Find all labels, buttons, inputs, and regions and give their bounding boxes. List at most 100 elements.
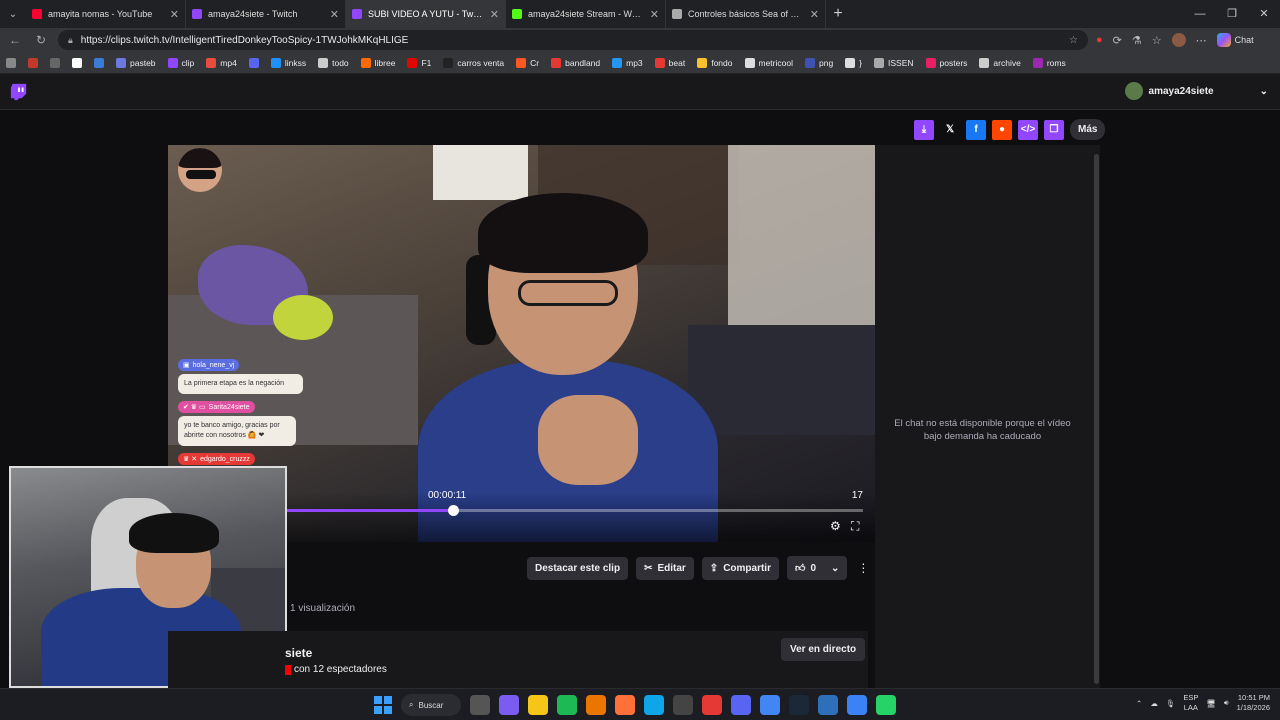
bookmark-item[interactable] <box>72 57 82 68</box>
folder-icon[interactable] <box>528 695 548 715</box>
bookmark-item[interactable]: roms <box>1032 57 1066 68</box>
mic-icon[interactable]: 🎙︎ <box>1166 699 1176 708</box>
url-bar[interactable]: 🔒︎ https://clips.twitch.tv/IntelligentTi… <box>58 30 1088 50</box>
fullscreen-icon[interactable]: ⛶ <box>851 519 859 534</box>
steam-icon[interactable] <box>789 695 809 715</box>
discord-icon[interactable] <box>731 695 751 715</box>
blender-icon[interactable] <box>586 695 606 715</box>
bookmark-item[interactable]: pasteb <box>116 57 156 68</box>
copilot-chat-button[interactable]: Chat <box>1216 33 1254 47</box>
bookmark-item[interactable] <box>6 57 16 68</box>
bookmark-item[interactable] <box>50 57 60 68</box>
bookmark-item[interactable]: beat <box>654 57 685 68</box>
like-button[interactable]: 👍︎ 0 ⌄ <box>786 556 848 580</box>
bookmark-item[interactable]: ISSEN <box>874 57 914 68</box>
browser-tab[interactable]: amayita nomas - YouTube ✕ <box>26 0 186 28</box>
channel-name[interactable]: siete <box>285 646 312 660</box>
close-tab-icon[interactable]: ✕ <box>170 8 179 21</box>
browser-tab[interactable]: SUBI VIDEO A YUTU - Twitch ✕ <box>346 0 506 28</box>
download-icon[interactable]: ⤓ <box>914 119 934 140</box>
ccleaner-icon[interactable] <box>818 695 838 715</box>
bookmark-favicon-icon <box>874 57 885 68</box>
copy-icon[interactable]: ❐ <box>1044 119 1064 140</box>
bookmark-item[interactable]: carros venta <box>443 57 504 68</box>
favorites-icon[interactable]: ☆ <box>1152 34 1162 47</box>
chat-scrollbar[interactable] <box>1094 154 1099 684</box>
extensions-icon[interactable]: ⚗ <box>1132 34 1142 47</box>
file-explorer-icon[interactable] <box>470 695 490 715</box>
whatsapp-icon[interactable] <box>876 695 896 715</box>
copilot-icon[interactable] <box>499 695 519 715</box>
bookmark-item[interactable]: todo <box>318 57 349 68</box>
refresh-icon[interactable]: ↻ <box>32 33 50 47</box>
spotify-icon[interactable] <box>557 695 577 715</box>
bookmark-favicon-icon <box>654 57 665 68</box>
taskbar-search[interactable]: ⌕ Buscar <box>401 694 461 716</box>
twitch-logo-icon[interactable] <box>10 83 28 101</box>
chevron-down-icon[interactable]: ⌄ <box>831 563 839 574</box>
favorite-star-icon[interactable]: ☆ <box>1069 35 1078 46</box>
close-tab-icon[interactable]: ✕ <box>650 8 659 21</box>
firefox-icon[interactable] <box>615 695 635 715</box>
edge-icon[interactable] <box>644 695 664 715</box>
more-menu-icon[interactable]: ⋯ <box>1196 34 1207 47</box>
windows-start-icon[interactable] <box>374 696 392 714</box>
bookmark-item[interactable]: linkss <box>270 57 306 68</box>
minimize-icon[interactable]: — <box>1184 0 1216 28</box>
reddit-icon[interactable]: ● <box>992 119 1012 140</box>
bookmark-item[interactable] <box>248 57 259 68</box>
bookmark-item[interactable]: libree <box>360 57 395 68</box>
clock[interactable]: 10:51 PM 1/18/2026 <box>1237 693 1270 713</box>
close-tab-icon[interactable]: ✕ <box>490 8 499 21</box>
settings-gear-icon[interactable]: ⚙ <box>830 519 841 533</box>
highlight-clip-button[interactable]: Destacar este clip <box>527 556 629 580</box>
obs-icon[interactable] <box>673 695 693 715</box>
tray-app-icon[interactable]: ☁ <box>1150 699 1158 708</box>
browser-tab[interactable]: amaya24siete - Twitch ✕ <box>186 0 346 28</box>
bookmark-item[interactable]: } <box>845 57 862 68</box>
browser-tab[interactable]: amaya24siete Stream - Watch Live ✕ <box>506 0 666 28</box>
new-tab-button[interactable]: + <box>826 5 850 23</box>
more-share-button[interactable]: Más <box>1070 119 1106 140</box>
x-icon[interactable]: 𝕏 <box>940 120 960 140</box>
bookmark-item[interactable]: fondo <box>697 57 733 68</box>
profile-avatar[interactable] <box>1171 33 1186 47</box>
tray-chevron-icon[interactable]: ⌃ <box>1136 699 1142 708</box>
bookmark-item[interactable]: Cr <box>516 57 539 68</box>
browser-tab[interactable]: Controles básicos Sea of Thieves ✕ <box>666 0 826 28</box>
facebook-icon[interactable]: f <box>966 119 986 140</box>
bookmark-item[interactable]: bandland <box>551 57 600 68</box>
user-menu[interactable]: amaya24siete ⌄ <box>1124 82 1268 100</box>
network-icon[interactable]: 🖥︎ <box>1206 699 1216 708</box>
watch-live-button[interactable]: Ver en directo <box>781 638 866 661</box>
edit-button[interactable]: ✂ Editar <box>636 556 694 580</box>
bookmark-item[interactable] <box>94 57 104 68</box>
bookmark-item[interactable] <box>28 57 38 68</box>
bookmark-item[interactable]: archive <box>979 57 1021 68</box>
close-tab-icon[interactable]: ✕ <box>810 8 819 21</box>
restore-icon[interactable]: ❐ <box>1216 0 1248 28</box>
share-button[interactable]: ⇪ Compartir <box>701 556 779 580</box>
embed-icon[interactable]: </> <box>1018 119 1038 140</box>
refresh-extension-icon[interactable]: ⟳ <box>1113 34 1122 47</box>
volume-icon[interactable]: 🔊︎ <box>1224 698 1229 708</box>
bookmark-item[interactable]: mp3 <box>612 57 643 68</box>
tab-actions-chevron-icon[interactable]: ⌄ <box>0 0 26 28</box>
appstore-icon[interactable] <box>847 695 867 715</box>
close-window-icon[interactable]: ✕ <box>1248 0 1280 28</box>
back-icon[interactable]: ← <box>6 33 24 47</box>
chrome-icon[interactable] <box>760 695 780 715</box>
seek-bar-handle[interactable] <box>447 505 459 516</box>
bookmark-item[interactable]: F1 <box>407 57 431 68</box>
language-indicator[interactable]: ESP LAA <box>1183 693 1198 713</box>
bookmark-item[interactable]: metricool <box>744 57 793 68</box>
bookmark-item[interactable]: clip <box>167 57 194 68</box>
extension-icon[interactable]: ● <box>1096 34 1103 46</box>
bookmark-item[interactable]: png <box>804 57 833 68</box>
close-tab-icon[interactable]: ✕ <box>330 8 339 21</box>
bookmark-item[interactable]: posters <box>925 57 967 68</box>
bookmark-item[interactable]: mp4 <box>206 57 237 68</box>
more-options-icon[interactable]: ⋮ <box>855 561 871 575</box>
capcut-icon[interactable] <box>702 695 722 715</box>
lock-icon[interactable]: 🔒︎ <box>68 35 73 46</box>
